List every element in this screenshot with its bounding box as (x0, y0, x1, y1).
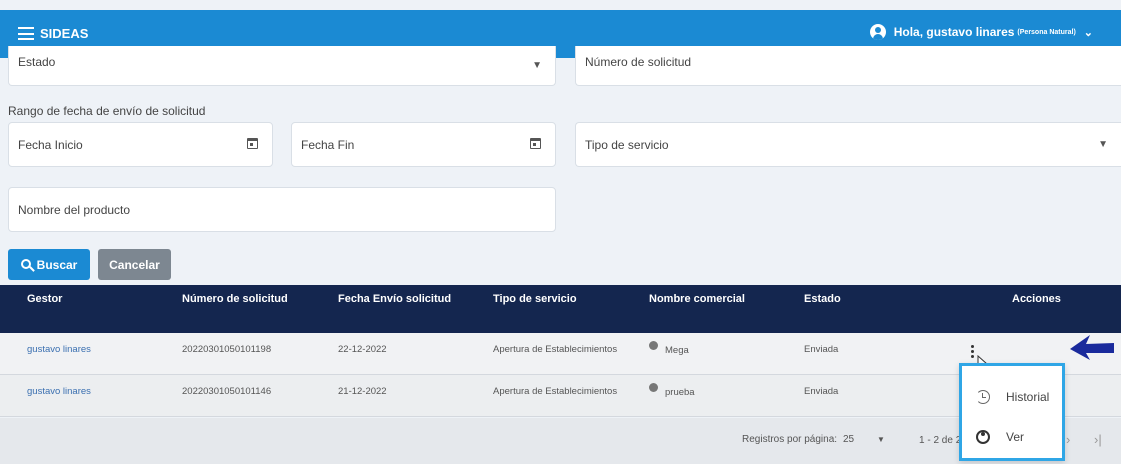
rows-per-page-label: Registros por página: (742, 434, 838, 445)
pagination-range: 1 - 2 de 2 (919, 435, 962, 446)
dropdown-arrow-icon[interactable]: ▼ (877, 435, 885, 444)
dropdown-arrow-icon: ▼ (1098, 139, 1108, 150)
next-page-icon[interactable]: › (1066, 432, 1070, 447)
cancel-button-label: Cancelar (109, 257, 160, 272)
actions-menu: Historial Ver (959, 363, 1065, 461)
menu-item-historial-label: Historial (1006, 390, 1050, 404)
search-button[interactable]: Buscar (8, 249, 90, 280)
menu-item-ver-label: Ver (1006, 430, 1025, 444)
nombre-producto-input[interactable]: Nombre del producto (8, 187, 556, 232)
header-fecha: Fecha Envío solicitud (338, 293, 452, 305)
numero-solicitud-label: Número de solicitud (585, 54, 692, 69)
account-circle-icon (869, 24, 886, 40)
fecha-inicio-label: Fecha Inicio (18, 137, 83, 152)
cell-fecha: 22-12-2022 (338, 344, 387, 355)
table-row: gustavo linares 20220301050101198 22-12-… (0, 333, 1121, 375)
cell-gestor[interactable]: gustavo linares (27, 344, 91, 355)
fecha-fin-input[interactable]: Fecha Fin (291, 122, 556, 167)
nombre-producto-label: Nombre del producto (18, 202, 131, 217)
header-acciones: Acciones (1012, 293, 1061, 305)
cell-numero: 20220301050101146 (182, 386, 272, 397)
last-page-icon[interactable]: ›| (1094, 432, 1102, 447)
cell-tipo: Apertura de Establecimientos (493, 344, 618, 355)
cell-tipo: Apertura de Establecimientos (493, 386, 618, 397)
status-dot-icon (649, 341, 658, 350)
menu-item-ver[interactable]: Ver (976, 430, 1024, 444)
status-dot-icon (649, 383, 658, 392)
estado-label: Estado (18, 54, 56, 69)
cell-gestor[interactable]: gustavo linares (27, 386, 91, 397)
cell-estado: Enviada (804, 386, 839, 397)
calendar-icon[interactable] (247, 138, 258, 149)
tipo-servicio-label: Tipo de servicio (585, 137, 669, 152)
estado-select[interactable]: Estado ▼ (8, 46, 556, 86)
history-icon (976, 390, 990, 404)
user-menu[interactable]: Hola, gustavo linares (Persona Natural) … (869, 24, 1093, 40)
user-greeting: Hola, gustavo linares (893, 25, 1015, 39)
cell-fecha: 21-12-2022 (338, 386, 387, 397)
header-nombre: Nombre comercial (649, 293, 745, 305)
chevron-down-icon: ⌄ (1083, 26, 1093, 39)
more-vert-icon[interactable] (971, 345, 975, 360)
calendar-icon[interactable] (530, 138, 541, 149)
header-gestor: Gestor (27, 293, 63, 305)
user-type: (Persona Natural) (1017, 28, 1076, 36)
cell-nombre-text: Mega (665, 345, 689, 356)
cell-nombre-text: prueba (665, 387, 695, 398)
eye-icon (976, 430, 990, 444)
fecha-inicio-input[interactable]: Fecha Inicio (8, 122, 273, 167)
cell-nombre: prueba (649, 383, 695, 398)
cell-numero: 20220301050101198 (182, 344, 272, 355)
numero-solicitud-input[interactable]: Número de solicitud (575, 46, 1121, 86)
cancel-button[interactable]: Cancelar (98, 249, 171, 280)
table-row: gustavo linares 20220301050101146 21-12-… (0, 375, 1121, 417)
menu-icon[interactable] (18, 27, 34, 40)
fecha-fin-label: Fecha Fin (301, 137, 355, 152)
header-estado: Estado (804, 293, 841, 305)
header-numero: Número de solicitud (182, 293, 288, 305)
cell-nombre: Mega (649, 341, 689, 356)
table-pagination: Registros por página: 25 ▼ 1 - 2 de 2 › … (0, 418, 1121, 464)
search-icon (20, 258, 31, 269)
cell-estado: Enviada (804, 344, 839, 355)
menu-item-historial[interactable]: Historial (976, 390, 1049, 404)
app-brand: SIDEAS (40, 26, 89, 41)
search-button-label: Buscar (36, 257, 78, 272)
date-range-label: Rango de fecha de envío de solicitud (8, 104, 206, 118)
annotation-arrow-icon (1070, 335, 1114, 360)
header-tipo: Tipo de servicio (493, 293, 577, 305)
dropdown-arrow-icon: ▼ (532, 60, 542, 71)
table-header: Gestor Número de solicitud Fecha Envío s… (0, 285, 1121, 333)
rows-per-page-select[interactable]: 25 (843, 434, 854, 445)
tipo-servicio-select[interactable]: Tipo de servicio ▼ (575, 122, 1121, 167)
